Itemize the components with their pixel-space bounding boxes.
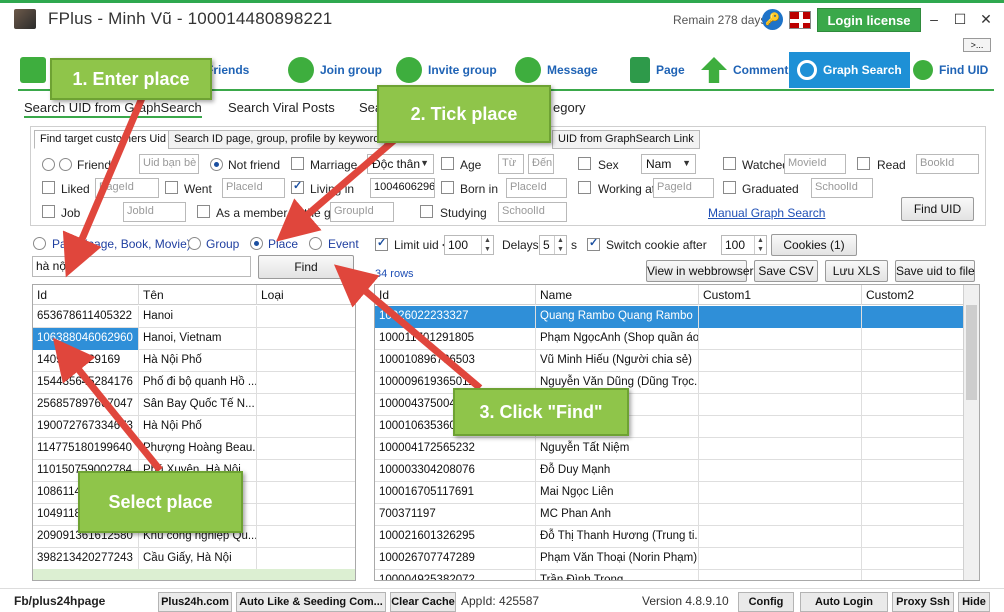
proxy-ssh-button[interactable]: Proxy Ssh <box>892 592 954 612</box>
arrow-enter-place <box>62 96 146 278</box>
callout-select-place: Select place <box>78 471 243 533</box>
plus24h-site-button[interactable]: Plus24h.com <box>158 592 232 612</box>
config-button[interactable]: Config <box>738 592 794 612</box>
app-id-label: AppId: 425587 <box>461 594 540 608</box>
clear-cache-button[interactable]: Clear Cache <box>390 592 456 612</box>
callout-enter-place: 1. Enter place <box>50 58 212 100</box>
status-bar: Fb/plus24hpage Plus24h.com Auto Like & S… <box>0 588 1004 612</box>
version-label: Version 4.8.9.10 <box>642 594 729 608</box>
callout-tick-place: 2. Tick place <box>377 85 551 143</box>
auto-like-seeding-button[interactable]: Auto Like & Seeding Com... <box>236 592 386 612</box>
callout-click-find: 3. Click "Find" <box>453 388 629 436</box>
auto-login-button[interactable]: Auto Login <box>800 592 888 612</box>
arrow-select-place <box>52 337 163 473</box>
hide-button[interactable]: Hide <box>958 592 990 612</box>
facebook-page-label: Fb/plus24hpage <box>14 594 106 608</box>
arrow-click-find <box>333 264 483 391</box>
